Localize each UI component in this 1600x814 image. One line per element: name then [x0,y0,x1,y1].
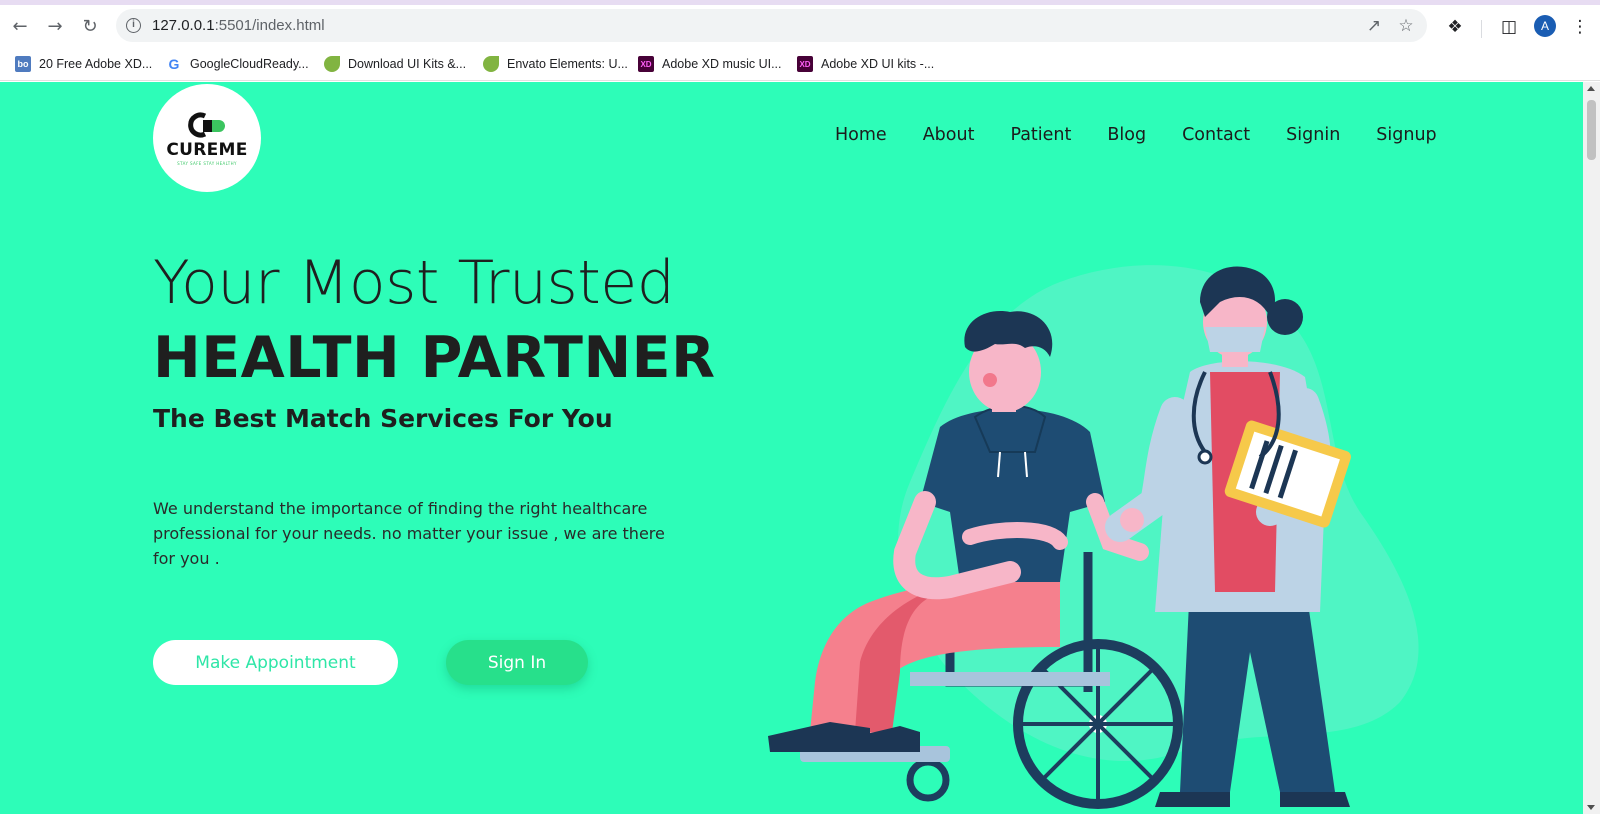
nav-signin[interactable]: Signin [1286,125,1340,145]
bookmark-item[interactable]: G GoogleCloudReady... [166,55,309,73]
bookmark-label: 20 Free Adobe XD... [39,57,153,71]
extensions-icon[interactable]: ❖ [1443,15,1467,39]
bookmark-label: Adobe XD UI kits -... [821,57,935,71]
nav-contact[interactable]: Contact [1182,125,1250,145]
nav-about[interactable]: About [923,125,975,145]
site-logo[interactable]: CUREME STAY SAFE STAY HEALTHY [153,84,261,192]
envato-leaf-icon [324,56,340,72]
menu-kebab-icon[interactable]: ⋮ [1568,15,1592,39]
bookmark-item[interactable]: XD Adobe XD music UI... [638,55,782,73]
forward-icon[interactable]: → [43,14,67,38]
hero-title: Your Most Trusted [153,248,675,318]
page-scrollbar[interactable] [1583,82,1600,814]
back-icon[interactable]: ← [8,14,32,38]
address-bar[interactable]: i 127.0.0.1:5501/index.html ↗ ☆ [116,9,1427,42]
scroll-down-icon[interactable] [1587,805,1595,810]
hero-title-bold: HEALTH PARTNER [153,325,716,391]
hero-subtitle: The Best Match Services For You [153,404,613,433]
behance-icon: bo [15,56,31,72]
address-url[interactable]: 127.0.0.1:5501/index.html [152,17,325,34]
bookmark-label: GoogleCloudReady... [190,57,309,71]
logo-mark-icon [188,112,225,138]
nav-signup[interactable]: Signup [1376,125,1436,145]
nav-patient[interactable]: Patient [1010,125,1071,145]
hero-description: We understand the importance of finding … [153,499,665,568]
toolbar-divider [1481,20,1482,38]
site-info-icon[interactable]: i [126,18,141,33]
side-panel-icon[interactable]: ◫ [1497,15,1521,39]
envato-leaf-icon [483,56,499,72]
share-icon[interactable]: ↗ [1364,16,1384,36]
adobe-xd-icon: XD [638,56,654,72]
bookmark-item[interactable]: bo 20 Free Adobe XD... [15,55,152,73]
bookmark-item[interactable]: XD Adobe XD UI kits -... [797,55,934,73]
reload-icon[interactable]: ↻ [78,14,102,38]
logo-text: CUREME [166,140,248,160]
nav-home[interactable]: Home [835,125,887,145]
bookmark-label: Adobe XD music UI... [662,57,782,71]
bookmark-item[interactable]: Envato Elements: U... [483,55,628,73]
bookmark-item[interactable]: Download UI Kits &... [324,55,466,73]
browser-toolbar: ← → ↻ i 127.0.0.1:5501/index.html ↗ ☆ ❖ … [0,5,1600,47]
nav-blog[interactable]: Blog [1107,125,1146,145]
sign-in-button[interactable]: Sign In [446,640,588,685]
scrollbar-thumb[interactable] [1587,100,1596,160]
adobe-xd-icon: XD [797,56,813,72]
logo-tagline: STAY SAFE STAY HEALTHY [177,161,237,166]
bookmark-label: Envato Elements: U... [507,57,628,71]
page-viewport: CUREME STAY SAFE STAY HEALTHY Home About… [0,82,1583,814]
bookmarks-bar: bo 20 Free Adobe XD... G GoogleCloudRead… [0,47,1600,81]
hero-illustration [768,265,1419,809]
bookmark-label: Download UI Kits &... [348,57,467,71]
scroll-up-icon[interactable] [1587,86,1595,91]
bookmark-star-icon[interactable]: ☆ [1396,16,1416,36]
profile-avatar[interactable]: A [1534,15,1556,37]
google-icon: G [168,56,180,72]
make-appointment-button[interactable]: Make Appointment [153,640,398,685]
main-nav: Home About Patient Blog Contact Signin S… [835,125,1437,145]
